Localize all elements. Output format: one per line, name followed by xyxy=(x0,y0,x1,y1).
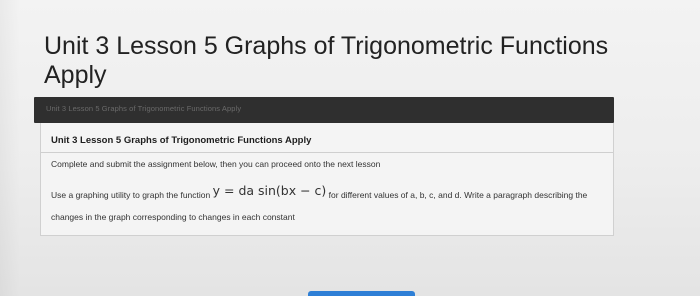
function-formula: y = da sin(bx − c) xyxy=(212,183,327,198)
submit-button[interactable] xyxy=(308,291,415,296)
assignment-card: Unit 3 Lesson 5 Graphs of Trigonometric … xyxy=(40,123,614,236)
task-prefix: Use a graphing utility to graph the func… xyxy=(51,190,211,200)
assignment-header-bar: Unit 3 Lesson 5 Graphs of Trigonometric … xyxy=(34,97,614,123)
page-title: Unit 3 Lesson 5 Graphs of Trigonometric … xyxy=(44,32,609,89)
assignment-task: Use a graphing utility to graph the func… xyxy=(51,183,607,228)
assignment-instructions: Complete and submit the assignment below… xyxy=(51,159,381,169)
divider xyxy=(41,152,613,153)
breadcrumb[interactable]: Unit 3 Lesson 5 Graphs of Trigonometric … xyxy=(46,104,241,113)
page: Unit 3 Lesson 5 Graphs of Trigonometric … xyxy=(0,0,700,296)
assignment-title: Unit 3 Lesson 5 Graphs of Trigonometric … xyxy=(51,135,312,146)
edge-shading xyxy=(0,0,20,296)
